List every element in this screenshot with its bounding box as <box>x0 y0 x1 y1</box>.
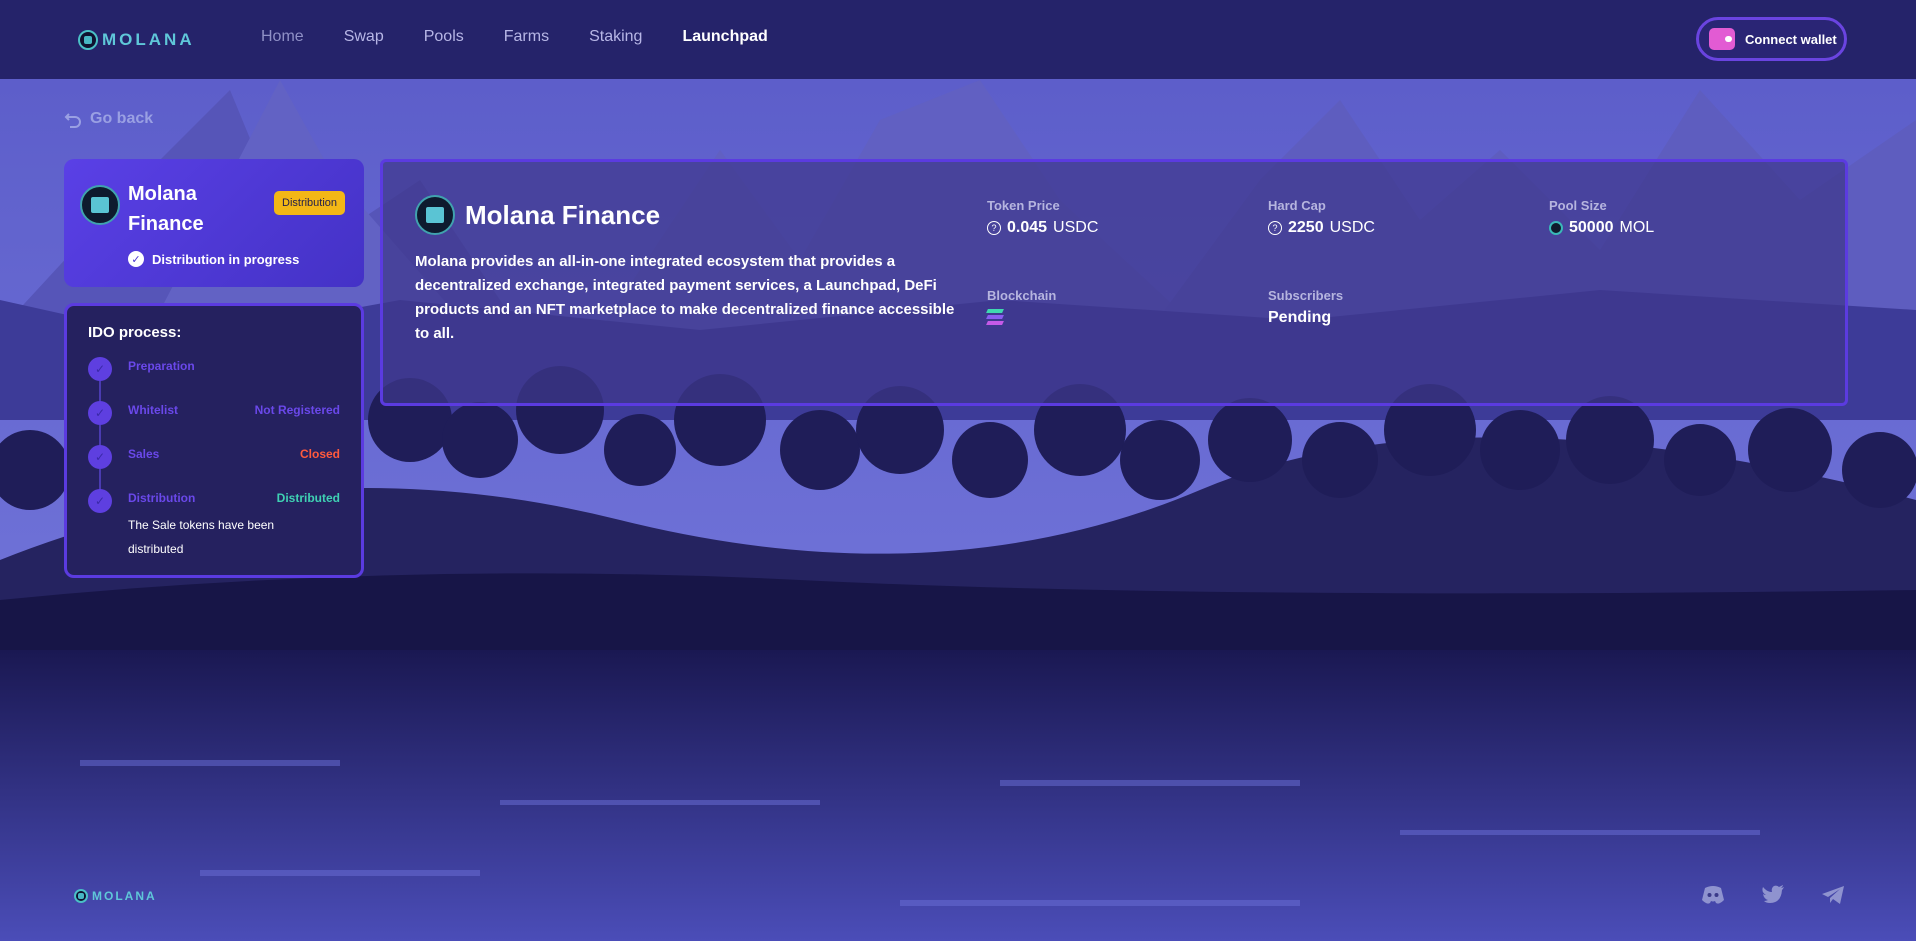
token-price-label: Token Price <box>987 198 1060 213</box>
step-state: Closed <box>299 447 340 461</box>
ido-step-sales: ✓ Sales Closed <box>88 445 340 491</box>
main-nav: Home Swap Pools Farms Staking Launchpad <box>261 28 808 46</box>
ido-step-distribution: ✓ Distribution Distributed <box>88 489 340 535</box>
step-label: Sales <box>128 447 160 461</box>
ido-process-card: IDO process: ✓ Preparation ✓ Whitelist N… <box>64 303 364 578</box>
ido-title: IDO process: <box>88 324 182 341</box>
step-state: Distributed <box>276 491 340 505</box>
go-back-label: Go back <box>90 110 154 127</box>
undo-arrow-icon <box>64 113 81 128</box>
telegram-icon[interactable] <box>1821 884 1845 906</box>
brand-logo[interactable]: MOLANA <box>78 30 195 50</box>
hard-cap-label: Hard Cap <box>1268 198 1326 213</box>
pool-size-label: Pool Size <box>1549 198 1607 213</box>
project-info-card: Molana Finance Molana provides an all-in… <box>380 159 1848 406</box>
nav-home[interactable]: Home <box>261 28 304 46</box>
project-status-card: Molana Finance Distribution ✓ Distributi… <box>64 159 364 287</box>
subscribers-stat: Subscribers Pending <box>1268 288 1343 327</box>
status-line: ✓ Distribution in progress <box>128 251 299 267</box>
question-icon: ? <box>987 221 1001 235</box>
pool-size-value: 50000 <box>1569 219 1614 236</box>
project-description: Molana provides an all-in-one integrated… <box>415 253 955 342</box>
nav-swap[interactable]: Swap <box>344 28 384 46</box>
pool-size-stat: Pool Size 50000 MOL <box>1549 198 1654 237</box>
step-connector <box>99 381 101 403</box>
check-icon: ✓ <box>88 357 112 381</box>
molana-finance-logo-icon <box>415 195 455 235</box>
blockchain-label: Blockchain <box>987 288 1057 303</box>
go-back-link[interactable]: Go back <box>64 110 153 128</box>
pool-size-unit: MOL <box>1619 219 1655 236</box>
solana-icon <box>986 309 1056 325</box>
step-label: Whitelist <box>128 403 178 417</box>
hard-cap-value: 2250 <box>1288 219 1324 236</box>
token-price-stat: Token Price ? 0.045 USDC <box>987 198 1098 237</box>
top-navbar: MOLANA Home Swap Pools Farms Staking Lau… <box>0 0 1916 79</box>
status-badge: Distribution <box>274 191 346 215</box>
subscribers-value: Pending <box>1268 309 1332 326</box>
check-icon: ✓ <box>88 489 112 513</box>
footer-logo[interactable]: MOLANA <box>74 889 157 903</box>
molana-finance-logo-icon <box>80 185 120 225</box>
connect-wallet-button[interactable]: Connect wallet <box>1696 17 1847 61</box>
ido-step-preparation: ✓ Preparation <box>88 357 340 403</box>
connect-wallet-label: Connect wallet <box>1745 31 1837 47</box>
ido-step-whitelist: ✓ Whitelist Not Registered <box>88 401 340 447</box>
token-price-unit: USDC <box>1053 219 1099 236</box>
check-icon: ✓ <box>128 251 144 267</box>
step-connector <box>99 469 101 491</box>
twitter-icon[interactable] <box>1761 884 1785 906</box>
hard-cap-unit: USDC <box>1329 219 1375 236</box>
wallet-icon <box>1709 28 1735 50</box>
status-text: Distribution in progress <box>152 251 300 267</box>
project-title: Molana Finance <box>465 200 661 230</box>
subscribers-label: Subscribers <box>1268 288 1344 303</box>
step-state: Not Registered <box>254 403 340 417</box>
blockchain-stat: Blockchain <box>986 288 1057 325</box>
nav-farms[interactable]: Farms <box>504 28 549 46</box>
step-connector <box>99 425 101 447</box>
token-price-value: 0.045 <box>1007 219 1048 236</box>
step-label: Distribution <box>128 491 196 505</box>
nav-staking[interactable]: Staking <box>589 28 642 46</box>
brand-name: MOLANA <box>102 30 195 49</box>
check-icon: ✓ <box>88 445 112 469</box>
social-links <box>1701 884 1845 906</box>
nav-launchpad[interactable]: Launchpad <box>682 28 767 46</box>
mol-token-icon <box>1549 221 1563 235</box>
project-name: Molana Finance <box>128 183 204 235</box>
hard-cap-stat: Hard Cap ? 2250 USDC <box>1268 198 1375 237</box>
discord-icon[interactable] <box>1701 884 1725 906</box>
step-label: Preparation <box>128 359 195 373</box>
footer-brand-name: MOLANA <box>92 889 157 903</box>
molana-logo-icon <box>78 30 98 50</box>
check-icon: ✓ <box>88 401 112 425</box>
molana-logo-icon <box>74 889 88 903</box>
question-icon: ? <box>1268 221 1282 235</box>
nav-pools[interactable]: Pools <box>424 28 464 46</box>
